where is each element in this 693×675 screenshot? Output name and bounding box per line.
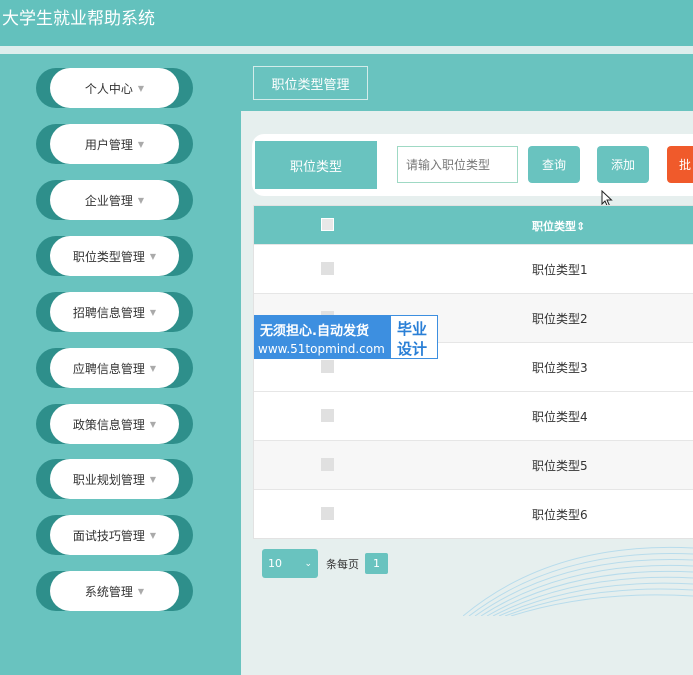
sidebar-item-label: 职位类型管理 — [72, 249, 145, 264]
table-row[interactable]: 职位类型5 — [254, 440, 693, 489]
batch-delete-button[interactable]: 批 — [667, 146, 693, 183]
sidebar-item-label: 应聘信息管理 — [72, 361, 145, 376]
caret-down-icon: ▼ — [149, 363, 157, 373]
sidebar-item-user-management[interactable]: 用户管理 ▼ — [36, 124, 193, 164]
watermark-line2: www.51topmind.com — [258, 342, 385, 356]
caret-down-icon: ▼ — [137, 139, 145, 149]
page-size-select[interactable]: 10 ⌄ — [262, 549, 318, 578]
watermark-left: 无须担心.自动发货 www.51topmind.com — [254, 315, 390, 359]
job-type-cell: 职位类型4 — [532, 410, 588, 424]
sidebar-item-recruitment-management[interactable]: 招聘信息管理 ▼ — [36, 292, 193, 332]
add-button[interactable]: 添加 — [597, 146, 649, 183]
tab-bar: 职位类型管理 — [241, 54, 693, 111]
row-checkbox[interactable] — [321, 409, 334, 422]
sidebar-item-label: 招聘信息管理 — [72, 305, 145, 320]
caret-down-icon: ▼ — [149, 530, 157, 540]
per-page-label: 条每页 — [326, 557, 359, 571]
sort-icon: ⇕ — [576, 220, 586, 233]
caret-down-icon: ▼ — [137, 83, 145, 93]
sidebar-item-label: 系统管理 — [84, 584, 133, 599]
sidebar-item-job-type-management[interactable]: 职位类型管理 ▼ — [36, 236, 193, 276]
sidebar: 个人中心 ▼ 用户管理 ▼ 企业管理 ▼ 职位类型管理 ▼ 招聘信息管理 ▼ 应聘信息管理… — [0, 54, 241, 675]
sidebar-item-label: 面试技巧管理 — [72, 528, 145, 543]
caret-down-icon: ▼ — [149, 474, 157, 484]
job-type-search-input[interactable] — [397, 146, 518, 183]
sidebar-item-label: 政策信息管理 — [72, 417, 145, 432]
query-button[interactable]: 查询 — [528, 146, 580, 183]
job-type-cell: 职位类型2 — [532, 312, 588, 326]
sidebar-item-personal-center[interactable]: 个人中心 ▼ — [36, 68, 193, 108]
main-content: 职位类型管理 职位类型 查询 添加 批 职位类型⇕ 职位类型1 职位类型2 职位… — [241, 54, 693, 675]
table-row[interactable]: 职位类型1 — [254, 244, 693, 293]
search-field-label: 职位类型 — [255, 141, 377, 189]
job-type-cell: 职位类型5 — [532, 459, 588, 473]
sidebar-item-interview-tips-management[interactable]: 面试技巧管理 ▼ — [36, 515, 193, 555]
job-type-cell: 职位类型1 — [532, 263, 588, 277]
row-checkbox[interactable] — [321, 360, 334, 373]
job-type-table: 职位类型⇕ 职位类型1 职位类型2 职位类型3 职位类型4 职位类型5 职位类型… — [253, 205, 693, 539]
sidebar-item-label: 用户管理 — [84, 137, 133, 152]
row-checkbox[interactable] — [321, 507, 334, 520]
sidebar-item-system-management[interactable]: 系统管理 ▼ — [36, 571, 193, 611]
caret-down-icon: ▼ — [137, 195, 145, 205]
watermark-line1: 无须担心.自动发货 — [260, 324, 369, 339]
table-row[interactable]: 职位类型4 — [254, 391, 693, 440]
header-divider — [0, 46, 693, 54]
watermark-right2: 设计 — [397, 340, 428, 358]
page-1-button[interactable]: 1 — [365, 553, 388, 574]
app-title: 大学生就业帮助系统 — [2, 9, 155, 29]
top-header: 大学生就业帮助系统 — [0, 0, 693, 46]
table-row[interactable]: 职位类型6 — [254, 489, 693, 538]
chevron-down-icon: ⌄ — [304, 558, 312, 569]
caret-down-icon: ▼ — [149, 251, 157, 261]
column-header-job-type[interactable]: 职位类型⇕ — [532, 218, 585, 234]
sidebar-item-label: 个人中心 — [84, 81, 133, 96]
select-all-checkbox[interactable] — [321, 218, 334, 231]
job-type-cell: 职位类型6 — [532, 508, 588, 522]
row-checkbox[interactable] — [321, 458, 334, 471]
watermark-right1: 毕业 — [397, 320, 428, 338]
sidebar-item-label: 职业规划管理 — [72, 472, 145, 487]
caret-down-icon: ▼ — [149, 419, 157, 429]
watermark-right: 毕业 设计 — [390, 315, 438, 359]
sidebar-item-label: 企业管理 — [84, 193, 133, 208]
caret-down-icon: ▼ — [137, 586, 145, 596]
pagination: 10 ⌄ 条每页 1 — [262, 549, 388, 578]
sidebar-item-policy-management[interactable]: 政策信息管理 ▼ — [36, 404, 193, 444]
watermark-banner: 无须担心.自动发货 www.51topmind.com 毕业 设计 — [254, 315, 438, 359]
table-header: 职位类型⇕ — [254, 206, 693, 244]
row-checkbox[interactable] — [321, 262, 334, 275]
job-type-cell: 职位类型3 — [532, 361, 588, 375]
sidebar-item-company-management[interactable]: 企业管理 ▼ — [36, 180, 193, 220]
decorative-waves — [463, 546, 693, 616]
sidebar-item-career-planning-management[interactable]: 职业规划管理 ▼ — [36, 459, 193, 499]
caret-down-icon: ▼ — [149, 307, 157, 317]
sidebar-item-application-management[interactable]: 应聘信息管理 ▼ — [36, 348, 193, 388]
tab-job-type-management[interactable]: 职位类型管理 — [253, 66, 368, 100]
